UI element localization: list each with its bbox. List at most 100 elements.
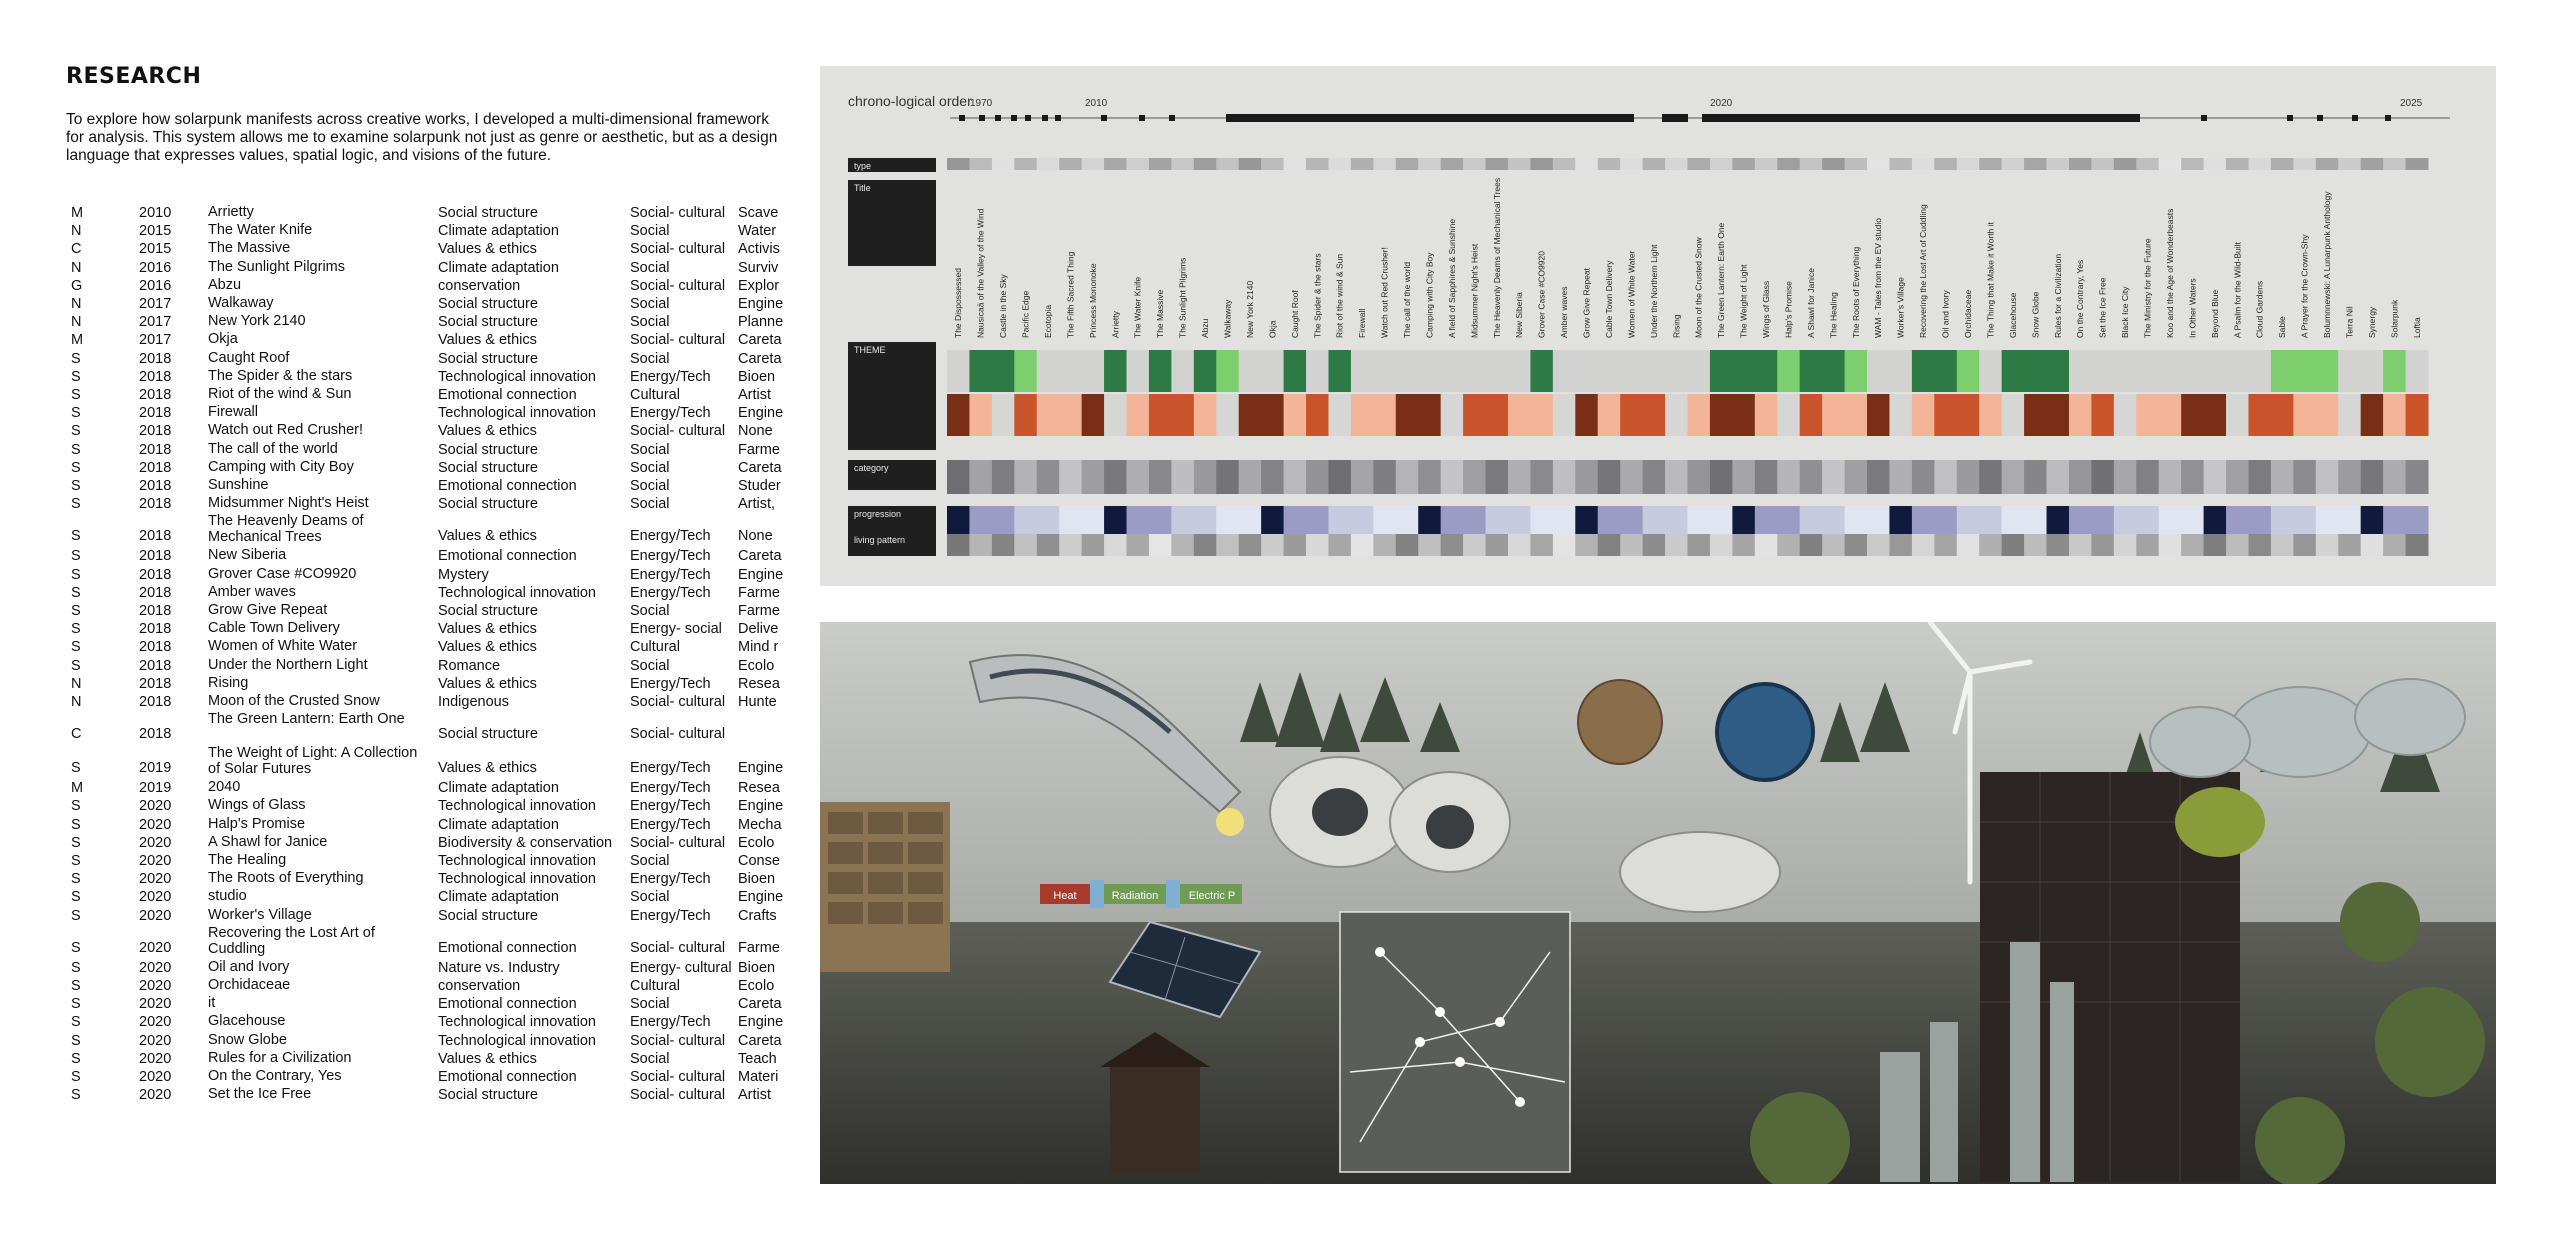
table-cell-theme: Social structure bbox=[438, 296, 538, 312]
theme-cell-b bbox=[1081, 394, 1105, 436]
timeline-marker bbox=[2385, 115, 2391, 121]
table-cell-type: S bbox=[71, 1087, 81, 1104]
table-cell-theme: Values & ethics bbox=[438, 675, 537, 692]
theme-cell-a bbox=[1418, 350, 1442, 392]
title-label: The Fifth Sacred Thing bbox=[1065, 251, 1075, 338]
theme-cell-a bbox=[1126, 350, 1150, 392]
type-cell bbox=[1036, 158, 1060, 170]
living-pattern-cell bbox=[1328, 534, 1352, 556]
table-cell-category: Energy/Tech bbox=[630, 871, 711, 888]
table-cell-category: Energy/Tech bbox=[630, 528, 711, 545]
type-cell bbox=[1777, 158, 1801, 170]
table-row: S 2018 Caught Roof Social structure Social Ca… bbox=[66, 350, 796, 368]
progression-cell bbox=[1799, 506, 1823, 534]
table-cell-category: Energy/Tech bbox=[630, 760, 711, 777]
table-cell-year: 2018 bbox=[139, 657, 172, 674]
progression-cell bbox=[1575, 506, 1599, 534]
table-row: S 2020 Set the Ice Free Social structure Soc… bbox=[66, 1086, 796, 1104]
table-cell-year: 2018 bbox=[139, 639, 172, 656]
living-pattern-cell bbox=[1216, 534, 1240, 556]
theme-cell-a bbox=[1485, 350, 1509, 392]
progression-cell bbox=[1642, 506, 1666, 534]
title-label: Midsummer Night's Heist bbox=[1469, 243, 1479, 338]
category-cell bbox=[1889, 460, 1913, 494]
table-cell-title: Okja bbox=[208, 331, 238, 348]
table-cell-title: Rules for a Civilization bbox=[208, 1049, 352, 1066]
category-cell bbox=[1732, 460, 1756, 494]
table-row: S 2020 studio Climate adaptation Social Engin… bbox=[66, 888, 796, 906]
theme-cell-a bbox=[1665, 350, 1688, 392]
theme-cell-b bbox=[947, 394, 970, 436]
theme-cell-a bbox=[2360, 350, 2384, 392]
living-pattern-cell bbox=[991, 534, 1015, 556]
theme-cell-b bbox=[2046, 394, 2070, 436]
table-cell-year: 2018 bbox=[139, 405, 172, 422]
progression-cell bbox=[1822, 506, 1846, 534]
living-pattern-cell bbox=[2270, 534, 2294, 556]
table-row: S 2018 Cable Town Delivery Values & ethics E… bbox=[66, 620, 796, 638]
table-cell-year: 2020 bbox=[139, 959, 172, 976]
table-cell-extra: Engine bbox=[738, 798, 784, 815]
visual-panel: chrono-logical order 1970 2010 2020 2025 type… bbox=[820, 66, 2496, 1184]
type-cell bbox=[1193, 158, 1217, 170]
table-cell-type: S bbox=[71, 566, 81, 583]
timeline-marker bbox=[1139, 115, 1145, 121]
theme-cell-a bbox=[1620, 350, 1644, 392]
progression-cell bbox=[1059, 506, 1083, 534]
progression-cell bbox=[1373, 506, 1397, 534]
title-label: The Heavenly Deams of Mechanical Trees bbox=[1492, 178, 1502, 338]
table-cell-year: 2015 bbox=[139, 241, 172, 258]
type-cell bbox=[1463, 158, 1487, 170]
living-pattern-cell bbox=[2091, 534, 2115, 556]
category-cell bbox=[991, 460, 1015, 494]
theme-cell-a bbox=[1350, 350, 1374, 392]
table-cell-theme: conservation bbox=[438, 277, 521, 294]
title-label: The Weight of Light bbox=[1739, 264, 1749, 338]
table-cell-extra: Studer bbox=[738, 478, 781, 494]
theme-cell-a bbox=[2270, 350, 2294, 392]
theme-cell-b bbox=[1889, 394, 1913, 436]
table-cell-theme: Emotional connection bbox=[438, 548, 577, 565]
table-cell-theme: Values & ethics bbox=[438, 760, 537, 777]
type-cell bbox=[1485, 158, 1509, 170]
table-cell-title: Riot of the wind & Sun bbox=[208, 386, 352, 402]
table-cell-title: Women of White Water bbox=[208, 638, 358, 655]
title-label: On the Contrary, Yes bbox=[2075, 260, 2085, 338]
table-cell-theme: Social structure bbox=[438, 459, 538, 476]
table-row: S 2020 it Emotional connection Social Careta bbox=[66, 995, 796, 1013]
theme-cell-b bbox=[1350, 394, 1374, 436]
table-cell-year: 2020 bbox=[139, 1050, 172, 1067]
table-cell-type: N bbox=[71, 296, 82, 312]
category-cell bbox=[1104, 460, 1128, 494]
title-label: Women of White Water bbox=[1626, 250, 1636, 338]
title-label: Castle in the Sky bbox=[998, 273, 1008, 338]
table-cell-category: Social- cultural bbox=[630, 834, 726, 851]
type-cell bbox=[2226, 158, 2249, 170]
theme-cell-a bbox=[969, 350, 993, 392]
category-cell bbox=[1126, 460, 1150, 494]
table-cell-year: 2018 bbox=[139, 621, 172, 638]
table-cell-type: S bbox=[71, 603, 81, 619]
title-label: Rules for a Civilization bbox=[2053, 254, 2063, 338]
type-cell bbox=[2158, 158, 2182, 170]
table-cell-year: 2018 bbox=[139, 496, 172, 513]
table-cell-title: A Shawl for Janice bbox=[208, 833, 328, 850]
progression-cell bbox=[1238, 506, 1262, 534]
title-label: In Other Waters bbox=[2187, 278, 2197, 338]
table-cell-theme: Social structure bbox=[438, 726, 538, 743]
table-cell-year: 2018 bbox=[139, 441, 172, 458]
table-cell-extra: Ecolo bbox=[738, 657, 775, 674]
theme-cell-b bbox=[1575, 394, 1599, 436]
title-label: The Massive bbox=[1155, 290, 1165, 338]
table-cell-theme: Social structure bbox=[438, 350, 538, 367]
table-cell-extra: Resea bbox=[738, 780, 780, 797]
theme-cell-b bbox=[1934, 394, 1958, 436]
table-cell-theme: Climate adaptation bbox=[438, 816, 559, 833]
type-cell bbox=[1373, 158, 1397, 170]
living-pattern-cell bbox=[1395, 534, 1419, 556]
title-label: Worker's Village bbox=[1896, 277, 1906, 338]
timeline-marker bbox=[1055, 115, 1061, 121]
table-cell-year: 2018 bbox=[139, 478, 172, 494]
living-pattern-cell bbox=[2046, 534, 2070, 556]
theme-cell-a bbox=[1754, 350, 1778, 392]
